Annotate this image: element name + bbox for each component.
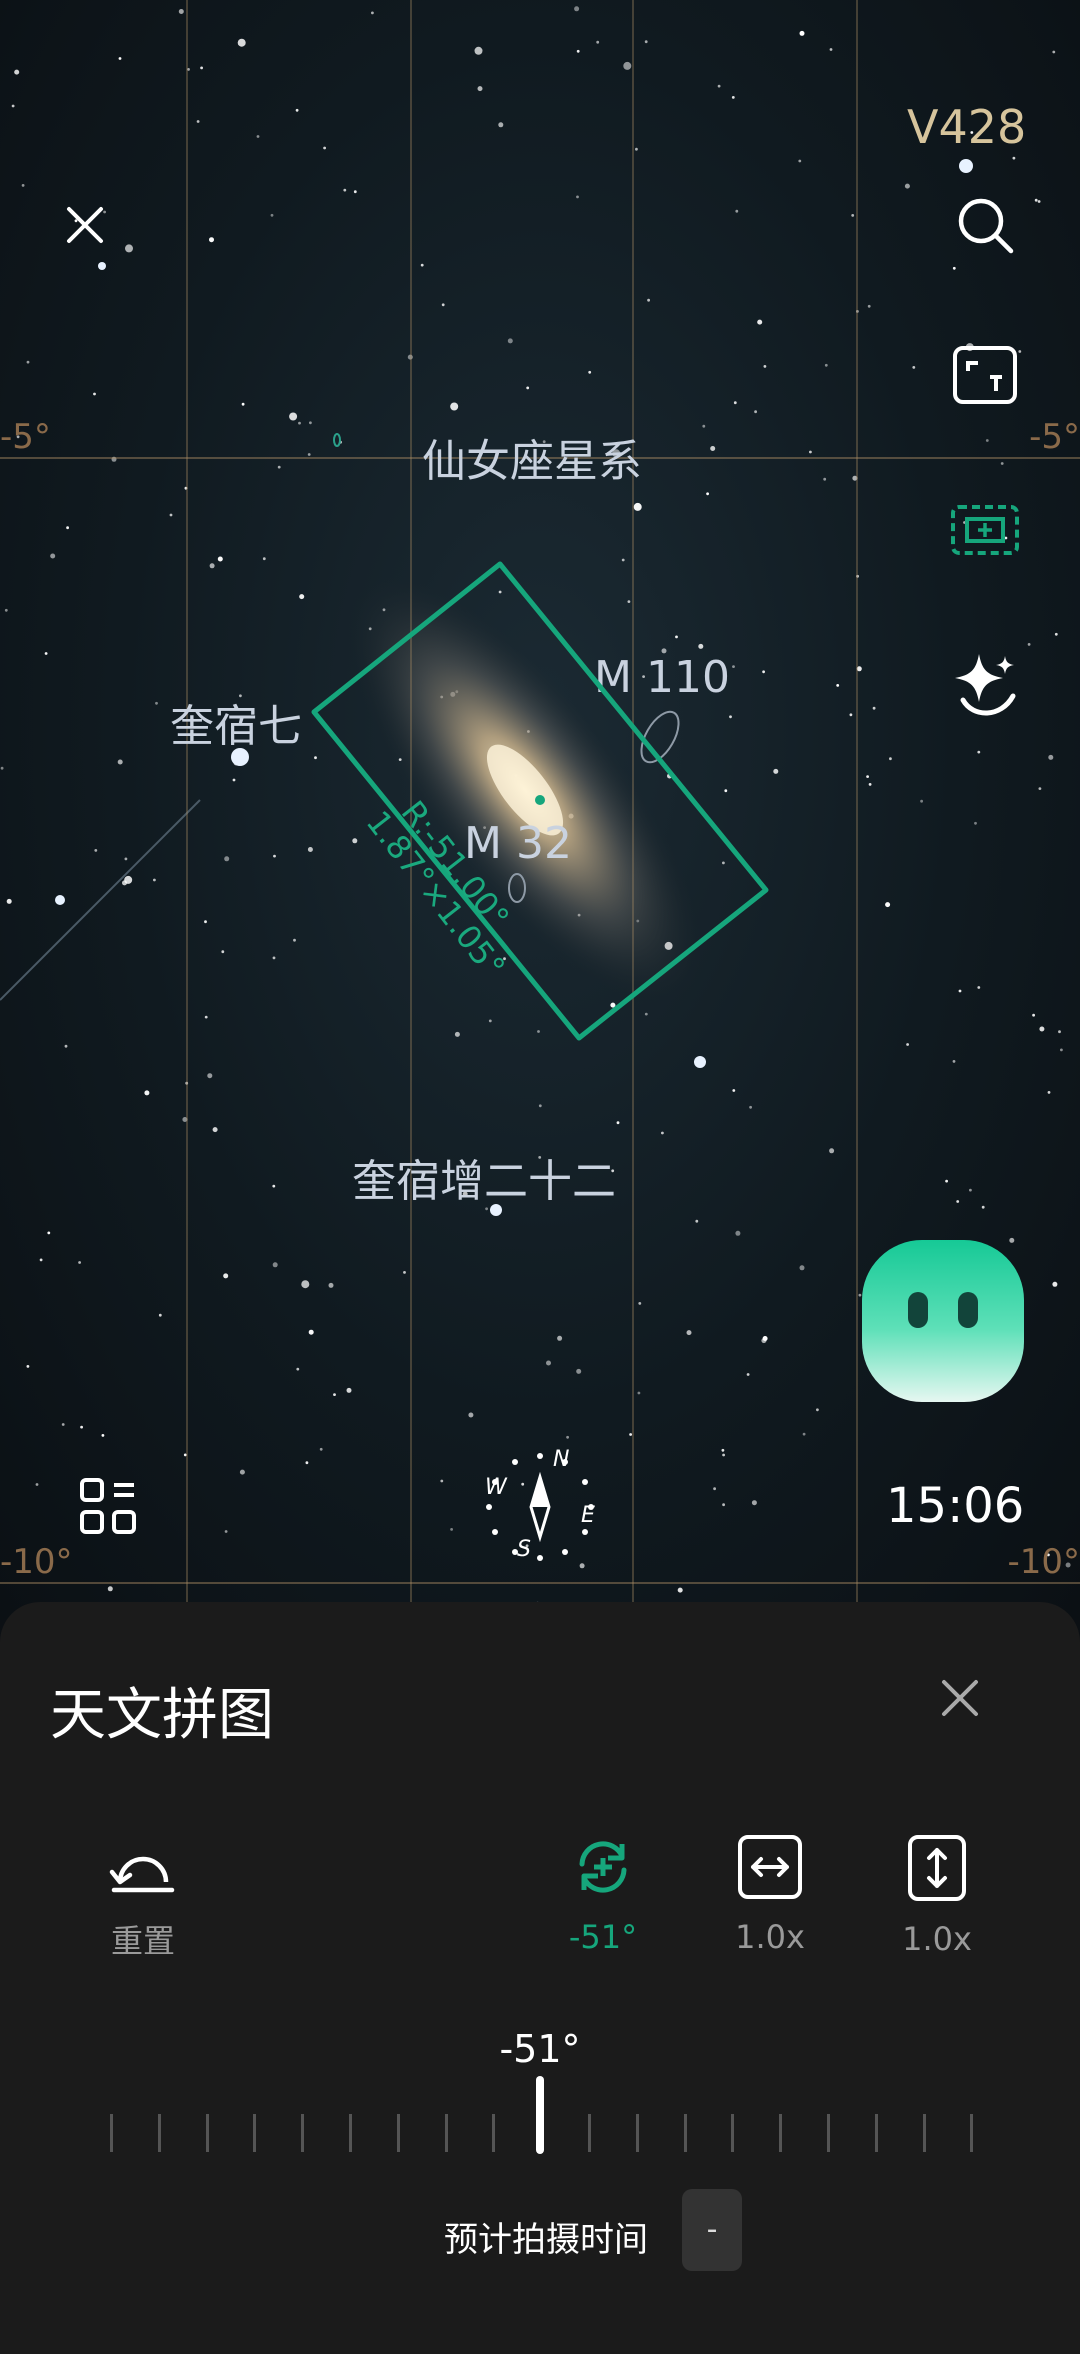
rotate-button[interactable]: -51° <box>528 1834 678 1956</box>
height-arrows-icon <box>908 1835 966 1901</box>
dial-tick <box>301 2114 305 2152</box>
dial-tick <box>970 2114 974 2152</box>
assistant-eye-right <box>958 1292 978 1328</box>
panel-title: 天文拼图 <box>50 1683 274 1748</box>
rotate-value: -51° <box>568 1918 638 1956</box>
dial-tick <box>588 2114 591 2152</box>
dial-tick <box>205 2114 209 2152</box>
dial-tick <box>874 2114 878 2152</box>
dial-tick <box>683 2114 687 2152</box>
sky-map[interactable]: -5° -5° -10° -10° V428 仙女座星系 M 110 M 32 … <box>0 0 1080 1620</box>
close-icon <box>67 207 103 243</box>
estimate-value-box[interactable]: - <box>682 2189 742 2271</box>
ai-button[interactable] <box>945 645 1025 725</box>
width-scale-value: 1.0x <box>735 1918 805 1956</box>
search-icon <box>958 198 1014 254</box>
dial-tick <box>110 2114 113 2152</box>
height-scale-value: 1.0x <box>902 1920 972 1958</box>
compass-w: W <box>485 1475 508 1500</box>
reset-label: 重置 <box>110 1922 175 1960</box>
width-scale-button[interactable]: 1.0x <box>695 1834 845 1956</box>
dial-tick <box>779 2114 783 2152</box>
dial-tick <box>635 2114 639 2152</box>
close-button[interactable] <box>50 190 120 260</box>
dial-tick <box>827 2114 830 2152</box>
compass-n: N <box>553 1447 569 1472</box>
dial-indicator <box>536 2076 544 2154</box>
dial-tick <box>492 2114 496 2152</box>
compass-e: E <box>581 1503 595 1528</box>
dial-tick <box>157 2114 161 2152</box>
estimate-label: 预计拍摄时间 <box>444 2220 648 2260</box>
reset-icon <box>109 1856 175 1893</box>
dial-tick <box>396 2114 400 2152</box>
fov-button[interactable] <box>945 335 1025 415</box>
compass-s: S <box>517 1537 531 1562</box>
width-arrows-icon <box>738 1835 802 1899</box>
assistant-bubble[interactable] <box>862 1240 1024 1402</box>
height-scale-button[interactable]: 1.0x <box>862 1834 1012 1958</box>
sparkle-icon <box>955 654 1016 716</box>
dial-tick <box>922 2114 926 2152</box>
mosaic-panel: 天文拼图 重置 -51° 1.0x 1.0x -51° 预计拍摄时间 - <box>0 1602 1080 2354</box>
assistant-eye-left <box>908 1292 928 1328</box>
dial-tick <box>731 2114 735 2152</box>
clock-time[interactable]: 15:06 <box>886 1478 1024 1534</box>
dial-value: -51° <box>499 2027 581 2071</box>
compass-icon[interactable]: N E S W <box>475 1442 605 1572</box>
dial-tick <box>349 2114 352 2152</box>
search-button[interactable] <box>945 185 1025 265</box>
rotate-plus-icon <box>579 1841 627 1893</box>
dial-tick <box>253 2114 257 2152</box>
close-icon <box>942 1680 978 1716</box>
mosaic-icon <box>951 505 1019 555</box>
fov-icon <box>953 346 1017 404</box>
menu-button[interactable] <box>72 1470 144 1542</box>
grid-menu-icon <box>80 1478 136 1534</box>
mosaic-button[interactable] <box>945 490 1025 570</box>
panel-close-button[interactable] <box>930 1668 990 1728</box>
dial-tick <box>444 2114 448 2152</box>
reset-button[interactable]: 重置 <box>68 1842 218 1962</box>
